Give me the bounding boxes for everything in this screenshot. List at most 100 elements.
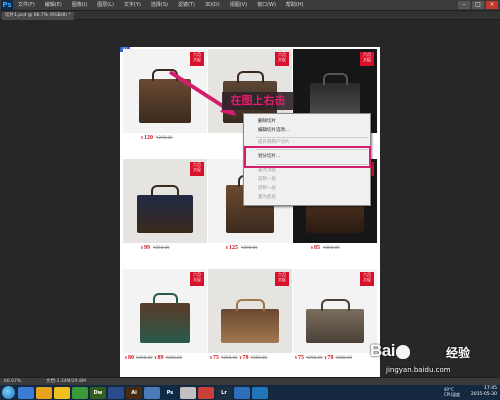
currency-symbol: ¥ — [141, 245, 143, 250]
photoshop-window: Ps 文件(F) 编辑(E) 图像(I) 图层(L) 文字(Y) 选择(S) 滤… — [0, 0, 500, 400]
product-photo: 六月 大促 — [208, 269, 292, 353]
menu-image[interactable]: 图像(I) — [67, 0, 92, 10]
baidu-jingyan-text: 经验 — [446, 346, 471, 360]
product-cell[interactable]: 六月 大促 ¥80 ¥258.00 ¥89 ¥258.00 — [123, 269, 207, 377]
original-price: ¥258.00 — [306, 355, 323, 360]
taskbar-app-button[interactable]: Dw — [90, 386, 106, 399]
sale-price: ¥99 — [141, 245, 150, 251]
minimize-button[interactable]: – — [458, 1, 470, 9]
sale-price: ¥125 — [226, 245, 238, 251]
product-photo: 六月 大促 — [123, 49, 207, 133]
menu-bar: Ps 文件(F) 编辑(E) 图像(I) 图层(L) 文字(Y) 选择(S) 滤… — [0, 0, 500, 11]
menu-layer[interactable]: 图层(L) — [92, 0, 119, 10]
menu-file[interactable]: 文件(F) — [13, 0, 40, 10]
bag-handle — [151, 185, 179, 197]
menu-window[interactable]: 窗口(W) — [252, 0, 281, 10]
document-tab[interactable]: 切片1.psd @ 66.7% (RGB/8) * — [2, 12, 74, 20]
taskbar-app-button[interactable] — [72, 386, 88, 399]
product-cell[interactable]: 六月 大促 ¥75 ¥258.00 ¥78 ¥268.00 — [293, 269, 377, 377]
original-price: ¥268.00 — [335, 355, 353, 360]
product-photo: 六月 大促 — [123, 269, 207, 353]
original-price: ¥258.00 — [136, 355, 153, 360]
taskbar-app-button[interactable] — [252, 386, 268, 399]
taskbar-app-button[interactable]: Ps — [162, 386, 178, 399]
product-cell[interactable]: 六月 大促 ¥120 ¥298.00 — [123, 49, 207, 157]
highlight-box — [244, 146, 371, 168]
ctx-edit-slice-options[interactable]: 编辑切片选项... — [258, 127, 289, 135]
baidu-watermark-url: jingyan.baidu.com — [386, 366, 451, 374]
sale-price: ¥75 — [210, 355, 219, 361]
taskbar-app-button[interactable] — [198, 386, 214, 399]
promo-badge: 六月 大促 — [275, 272, 289, 286]
menu-help[interactable]: 帮助(H) — [281, 0, 309, 10]
taskbar-app-button[interactable] — [108, 386, 124, 399]
original-price: ¥258.00 — [221, 355, 238, 360]
ctx-bring-forward[interactable]: 前移一层 — [258, 176, 276, 184]
document-tab-bar: 切片1.psd @ 66.7% (RGB/8) * — [0, 11, 500, 20]
promo-badge: 六月 大促 — [190, 162, 204, 176]
ctx-send-to-back[interactable]: 置为底层 — [258, 194, 276, 202]
taskbar-app-button[interactable] — [144, 386, 160, 399]
cpu-temp-tray[interactable]: 49°C CPU温度 — [444, 387, 460, 397]
promo-badge: 六月 大促 — [275, 52, 289, 66]
currency-symbol: ¥ — [239, 355, 242, 360]
menu-3d[interactable]: 3D(D) — [200, 0, 225, 10]
price-row: ¥99 ¥258.00 — [123, 245, 207, 259]
sale-price: ¥78 — [324, 355, 334, 361]
bag-handle — [152, 69, 178, 81]
product-cell[interactable]: 六月 大促 ¥75 ¥258.00 ¥78 ¥268.00 — [208, 269, 292, 377]
product-photo: 六月 大促 — [293, 269, 377, 353]
maximize-button[interactable]: □ — [472, 1, 484, 9]
status-bar: 66.67% 文档:3.34M/29.8M — [0, 377, 500, 385]
menu-filter[interactable]: 滤镜(T) — [173, 0, 200, 10]
bag-handle — [322, 73, 348, 85]
ctx-delete-slice[interactable]: 删除切片 — [258, 118, 276, 126]
menu-view[interactable]: 视图(V) — [225, 0, 252, 10]
close-button[interactable]: × — [486, 1, 498, 9]
bag-image — [221, 309, 279, 343]
price-row: ¥75 ¥258.00 ¥78 ¥268.00 — [208, 355, 292, 369]
taskbar-app-button[interactable] — [234, 386, 250, 399]
price-row: ¥125 ¥298.00 — [208, 245, 292, 259]
ctx-bring-to-front[interactable]: 置为顶层 — [258, 167, 276, 175]
taskbar-buttons: Dw Ai Ps Lr — [18, 386, 270, 399]
price-row: ¥80 ¥258.00 ¥89 ¥258.00 — [123, 355, 207, 369]
menu-type[interactable]: 文字(Y) — [119, 0, 146, 10]
bag-image — [140, 303, 190, 343]
baidu-paw-icon — [395, 344, 410, 359]
promo-badge: 六月 大促 — [190, 272, 204, 286]
taskbar-app-button[interactable] — [36, 386, 52, 399]
bag-handle — [152, 293, 178, 305]
bag-handle — [236, 71, 264, 83]
menu-select[interactable]: 选择(S) — [146, 0, 173, 10]
bag-handle — [235, 299, 265, 311]
currency-symbol: ¥ — [295, 355, 297, 360]
baidu-watermark-logo: Bai — [370, 341, 411, 361]
sale-price: ¥89 — [154, 355, 164, 361]
sale-price: ¥120 — [141, 135, 153, 141]
taskbar-app-button[interactable]: Ai — [126, 386, 142, 399]
currency-symbol: ¥ — [226, 245, 228, 250]
price-row: ¥85 ¥268.00 — [293, 245, 377, 259]
sale-price: ¥75 — [295, 355, 304, 361]
product-cell[interactable]: 六月 大促 ¥99 ¥258.00 — [123, 159, 207, 267]
original-price: ¥268.00 — [323, 245, 340, 250]
currency-symbol: ¥ — [125, 355, 127, 360]
promo-badge: 六月 大促 — [360, 52, 374, 66]
currency-symbol: ¥ — [154, 355, 157, 360]
baidu-brand-text: Bai — [370, 341, 395, 360]
taskbar-app-button[interactable] — [180, 386, 196, 399]
photoshop-logo-icon: Ps — [1, 0, 13, 10]
price-row: ¥120 ¥298.00 — [123, 135, 207, 149]
ctx-separator — [256, 137, 368, 138]
currency-symbol: ¥ — [141, 135, 143, 140]
start-button[interactable] — [2, 386, 15, 399]
ctx-send-backward[interactable]: 后移一层 — [258, 185, 276, 193]
taskbar-clock[interactable]: 17:45 2015-05-30 — [471, 386, 497, 398]
taskbar-app-button[interactable]: Lr — [216, 386, 232, 399]
taskbar-app-button[interactable] — [18, 386, 34, 399]
menu-edit[interactable]: 编辑(E) — [40, 0, 67, 10]
taskbar-app-button[interactable] — [54, 386, 70, 399]
price-row: ¥75 ¥258.00 ¥78 ¥268.00 — [293, 355, 377, 369]
sale-price: ¥85 — [311, 245, 320, 251]
